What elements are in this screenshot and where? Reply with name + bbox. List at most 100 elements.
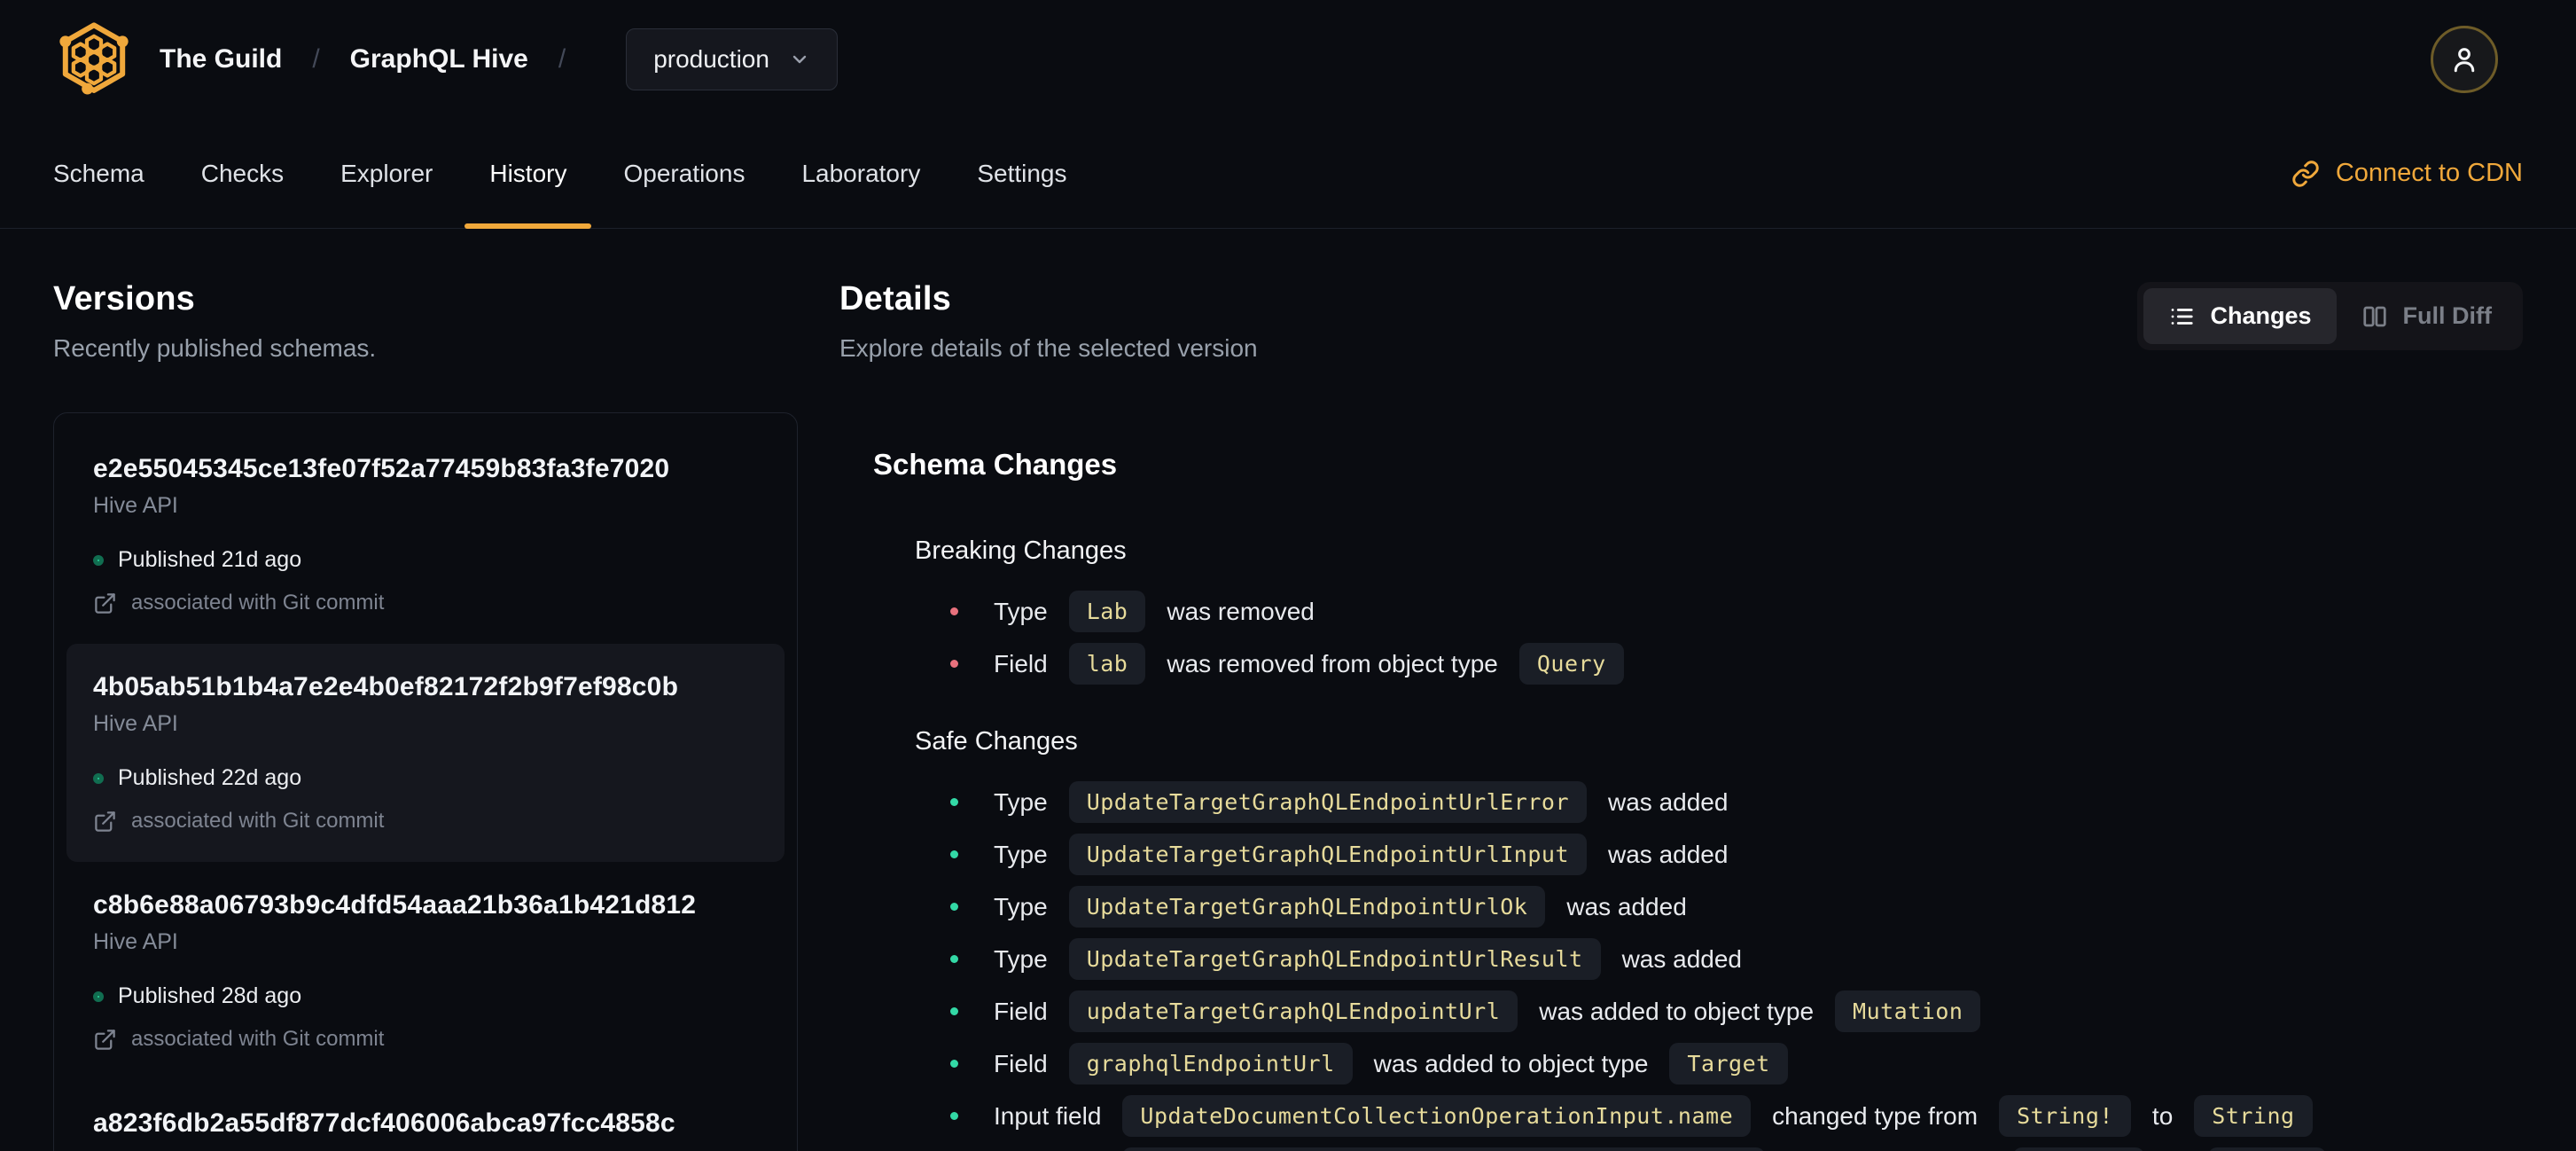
nav-tab-operations[interactable]: Operations — [595, 119, 773, 228]
change-text: Type — [994, 597, 1048, 625]
published-status-dot — [93, 990, 104, 1002]
version-hash: 4b05ab51b1b4a7e2e4b0ef82172f2b9f7ef98c0b — [93, 672, 679, 701]
change-text: was added — [1608, 840, 1729, 868]
code-chip: updateTargetGraphQLEndpointUrl — [1068, 990, 1518, 1032]
versions-subtitle: Recently published schemas. — [53, 334, 377, 362]
change-bullet — [950, 798, 958, 806]
view-toggle: Changes Full Diff — [2137, 282, 2523, 350]
change-text: Type — [994, 944, 1048, 973]
git-commit-link[interactable]: associated with Git commit — [93, 809, 758, 834]
full-diff-view-label: Full Diff — [2402, 302, 2492, 329]
user-icon — [2454, 48, 2475, 73]
split-columns-icon — [2362, 306, 2386, 326]
link-icon — [2292, 160, 2319, 187]
change-bullet — [950, 1060, 958, 1068]
code-chip: UpdateTargetGraphQLEndpointUrlError — [1068, 781, 1587, 823]
changes-view-label: Changes — [2210, 302, 2312, 329]
git-commit-link[interactable]: associated with Git commit — [93, 1027, 758, 1052]
code-chip: String — [2194, 1095, 2313, 1137]
tab-bar: Schema Checks Explorer History Operation… — [0, 119, 2576, 229]
version-service-name: Hive API — [93, 711, 178, 736]
version-service-name: Hive API — [93, 929, 178, 954]
code-chip: Query — [1518, 643, 1624, 685]
user-menu-button[interactable] — [2431, 26, 2498, 93]
full-diff-view-button[interactable]: Full Diff — [2337, 288, 2517, 344]
breaking-changes-heading: Breaking Changes — [915, 536, 1127, 565]
change-text: Type — [994, 787, 1048, 816]
git-commit-label: associated with Git commit — [131, 591, 385, 615]
code-chip: String! — [1999, 1095, 2131, 1137]
breaking-changes-group: Breaking Changes Type Lab was removed Fiel… — [915, 536, 2523, 685]
version-list-item[interactable]: e2e55045345ce13fe07f52a77459b83fa3fe7020… — [66, 426, 785, 644]
change-text: was added — [1608, 787, 1729, 816]
code-chip: Lab — [1068, 591, 1146, 632]
code-chip: UpdateDocumentCollectionOperationInput.n… — [1122, 1095, 1752, 1137]
details-title: Details — [839, 280, 952, 317]
nav-tab-label: History — [489, 159, 567, 187]
list-icon — [2172, 308, 2194, 325]
schema-change-row: Field updateTargetGraphQLEndpointUrl was a… — [915, 990, 2523, 1032]
published-status-text: Published 28d ago — [118, 983, 302, 1008]
code-chip: Target — [1669, 1043, 1788, 1084]
version-list-item[interactable]: c8b6e88a06793b9c4dfd54aaa21b36a1b421d812… — [66, 862, 785, 1080]
schema-change-row: Input fieldUpdateDocumentCollectionOpera… — [915, 1147, 2523, 1151]
external-link-icon — [95, 592, 115, 614]
change-text: Field — [994, 997, 1048, 1025]
active-tab-underline — [464, 223, 592, 229]
change-bullet — [950, 1112, 958, 1120]
connect-to-cdn-button[interactable]: Connect to CDN — [2291, 119, 2523, 228]
change-text: was added — [1566, 892, 1687, 920]
breadcrumb-separator: / — [312, 44, 320, 74]
change-bullet — [950, 1007, 958, 1015]
nav-tab-checks[interactable]: Checks — [173, 119, 312, 228]
change-text: changed type from — [1772, 1101, 1979, 1130]
published-status-text: Published 22d ago — [118, 765, 302, 790]
nav-tab-laboratory[interactable]: Laboratory — [773, 119, 948, 228]
nav-tab-history[interactable]: History — [461, 119, 595, 229]
nav-tab-settings[interactable]: Settings — [948, 119, 1095, 228]
nav-tab-label: Settings — [977, 159, 1067, 187]
nav-tab-explorer[interactable]: Explorer — [312, 119, 461, 228]
code-chip: UpdateTargetGraphQLEndpointUrlResult — [1068, 938, 1601, 980]
version-status: Published 21d ago — [93, 547, 758, 573]
details-subtitle: Explore details of the selected version — [839, 334, 1258, 362]
schema-change-row: Type UpdateTargetGraphQLEndpointUrlError w… — [915, 781, 2523, 823]
version-hash: e2e55045345ce13fe07f52a77459b83fa3fe7020 — [93, 454, 670, 483]
versions-panel: Versions Recently published schemas. e2e… — [53, 280, 798, 1151]
change-bullet — [950, 850, 958, 858]
breadcrumb-org[interactable]: The Guild — [160, 44, 282, 74]
change-text: was added — [1621, 944, 1742, 973]
schema-change-row: Input fieldUpdateDocumentCollectionOpera… — [915, 1095, 2523, 1137]
change-text: was removed from object type — [1167, 649, 1498, 677]
version-list-item[interactable]: a823f6db2a55df877dcf406006abca97fcc4858c… — [66, 1080, 785, 1151]
git-commit-label: associated with Git commit — [131, 809, 385, 833]
target-selector-value: production — [653, 45, 769, 73]
code-chip: String — [2207, 1147, 2327, 1151]
breadcrumb: The Guild / GraphQL Hive / production — [160, 28, 838, 90]
code-chip: lab — [1068, 643, 1146, 685]
version-status: Published 28d ago — [93, 983, 758, 1009]
change-text: to — [2151, 1101, 2174, 1130]
change-text: Field — [994, 1049, 1048, 1077]
code-chip: Mutation — [1835, 990, 1981, 1032]
version-list-item[interactable]: 4b05ab51b1b4a7e2e4b0ef82172f2b9f7ef98c0b… — [66, 644, 785, 862]
change-text: Type — [994, 840, 1048, 868]
nav-tab-label: Explorer — [340, 159, 433, 187]
git-commit-link[interactable]: associated with Git commit — [93, 591, 758, 615]
version-status: Published 22d ago — [93, 765, 758, 791]
versions-list: e2e55045345ce13fe07f52a77459b83fa3fe7020… — [53, 412, 798, 1151]
changes-view-button[interactable]: Changes — [2143, 288, 2337, 344]
chevron-down-icon — [792, 55, 807, 64]
change-bullet — [950, 660, 958, 668]
connect-to-cdn-label: Connect to CDN — [2335, 159, 2523, 187]
hive-logo-icon[interactable] — [53, 19, 135, 100]
schema-change-row: Type UpdateTargetGraphQLEndpointUrlResult… — [915, 938, 2523, 980]
published-status-dot — [93, 772, 104, 784]
nav-tab-schema[interactable]: Schema — [25, 119, 173, 228]
details-panel: Details Explore details of the selected … — [839, 280, 2523, 1151]
published-status-text: Published 21d ago — [118, 547, 302, 572]
target-selector-dropdown[interactable]: production — [626, 28, 838, 90]
nav-tab-label: Operations — [623, 159, 745, 187]
version-service-name: Hive API — [93, 493, 178, 518]
breadcrumb-project[interactable]: GraphQL Hive — [350, 44, 528, 74]
